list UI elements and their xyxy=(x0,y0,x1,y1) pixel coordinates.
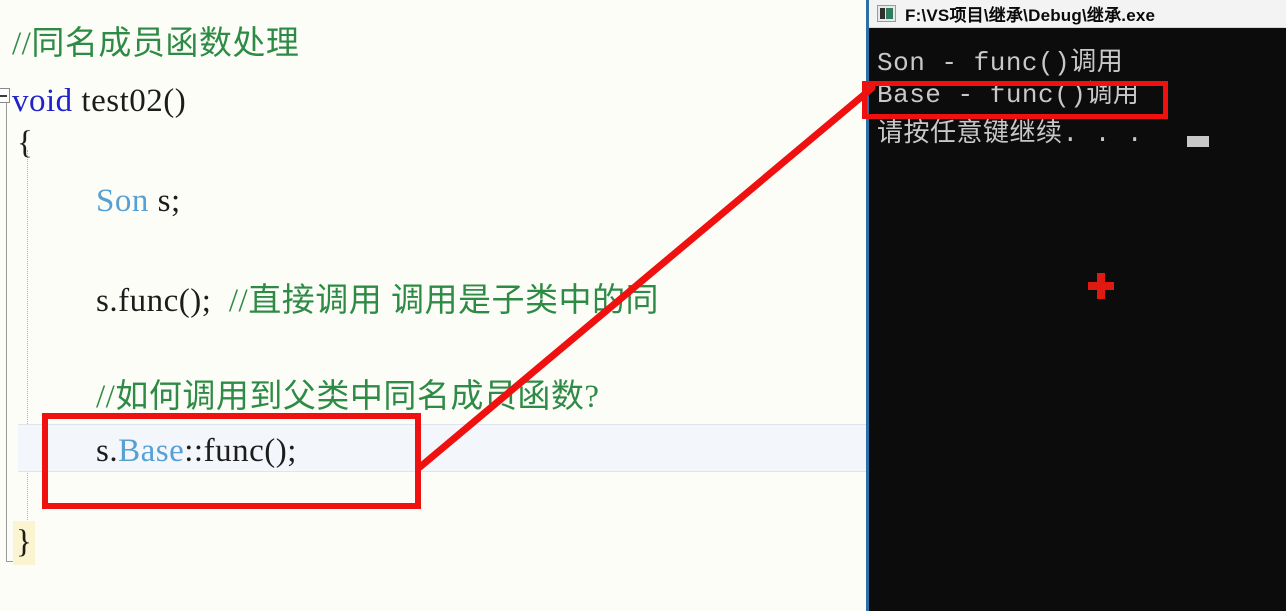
code-line-function-signature[interactable]: void test02() xyxy=(12,82,186,120)
screenshot-root: //同名成员函数处理 void test02() { Son s; s.func… xyxy=(0,0,1286,611)
code-editor-pane[interactable]: //同名成员函数处理 void test02() { Son s; s.func… xyxy=(0,0,866,611)
code-line-comment-question[interactable]: //如何调用到父类中同名成员函数? xyxy=(96,378,599,416)
variable-s: s; xyxy=(148,183,181,219)
console-output-line-prompt: 请按任意键继续. . . xyxy=(877,119,1144,149)
code-line-close-brace[interactable]: } xyxy=(16,523,32,561)
console-title-bar[interactable]: F:\VS项目\继承\Debug\继承.exe xyxy=(869,0,1286,28)
highlight-box-base-output xyxy=(862,81,1168,119)
console-window-icon xyxy=(877,5,896,22)
console-block-cursor xyxy=(1187,136,1209,147)
highlight-box-scope-resolution-call xyxy=(42,413,421,509)
red-plus-marker-icon xyxy=(1086,271,1116,301)
function-name-test02: test02() xyxy=(72,83,187,119)
keyword-void: void xyxy=(12,83,73,119)
code-line-comment-title[interactable]: //同名成员函数处理 xyxy=(12,25,299,63)
comment-direct-call: //直接调用 调用是子类中的同 xyxy=(228,283,659,319)
collapse-minus-icon[interactable] xyxy=(0,88,10,103)
code-line-direct-call[interactable]: s.func(); //直接调用 调用是子类中的同 xyxy=(96,282,659,320)
block-outline-bar xyxy=(6,96,7,562)
call-s-func: s.func(); xyxy=(96,283,229,319)
console-output-line-son: Son - func()调用 xyxy=(877,48,1124,78)
code-line-open-brace[interactable]: { xyxy=(17,124,33,162)
type-son: Son xyxy=(96,183,149,219)
console-title-text: F:\VS项目\继承\Debug\继承.exe xyxy=(905,6,1156,25)
code-line-son-declaration[interactable]: Son s; xyxy=(96,182,181,220)
